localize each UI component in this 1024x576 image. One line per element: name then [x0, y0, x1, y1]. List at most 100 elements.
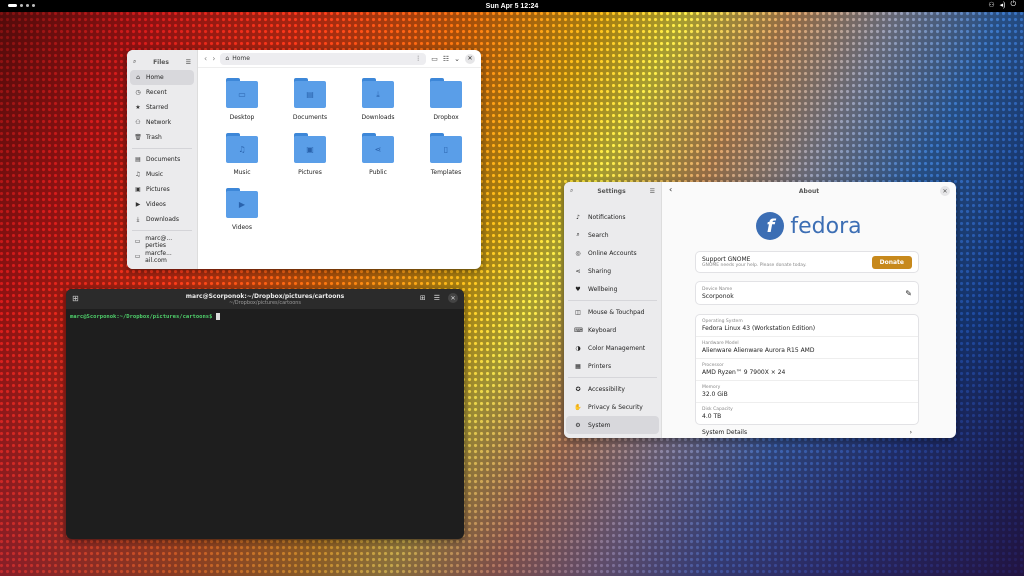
menu-icon[interactable]: ☰: [434, 294, 440, 303]
donate-button[interactable]: Donate: [871, 255, 912, 269]
back-icon[interactable]: ‹: [204, 54, 207, 63]
sidebar-item-printers[interactable]: ▦ Printers: [566, 357, 659, 375]
settings-sidebar-header: ⌕ Settings ☰: [564, 182, 661, 200]
close-button[interactable]: ✕: [448, 293, 458, 303]
terminal-cursor: [215, 313, 220, 320]
device-name-label: Device Name: [702, 286, 733, 292]
folder-downloads[interactable]: ⤓ Downloads: [344, 78, 412, 133]
workspace-dot[interactable]: [26, 4, 29, 7]
files-sidebar-title: Files: [153, 58, 169, 66]
device-name-row[interactable]: Device Name Scorponok ✎: [696, 282, 918, 304]
sidebar-item-online-accounts[interactable]: ◎ Online Accounts: [566, 244, 659, 262]
sidebar-item-notifications[interactable]: ♪ Notifications: [566, 208, 659, 226]
workspace-indicator[interactable]: [8, 4, 35, 7]
new-tab-icon[interactable]: ⊞: [72, 294, 79, 303]
home-icon: ⌂: [225, 55, 230, 62]
sidebar-item-videos[interactable]: ▶ Videos: [130, 197, 194, 212]
sidebar-item-wellbeing[interactable]: ♥ Wellbeing: [566, 280, 659, 298]
new-folder-icon[interactable]: ▭: [431, 55, 438, 63]
sidebar-item-trash[interactable]: 🗑 Trash: [130, 130, 194, 145]
menu-icon[interactable]: ☰: [186, 59, 191, 66]
back-icon[interactable]: ‹: [669, 185, 672, 194]
chevron-down-icon[interactable]: ⌄: [454, 55, 460, 63]
edit-icon[interactable]: ✎: [905, 289, 912, 298]
forward-icon[interactable]: ›: [212, 54, 215, 63]
sidebar-item-pictures[interactable]: ▣ Pictures: [130, 182, 194, 197]
sidebar-item-accessibility[interactable]: ✪ Accessibility: [566, 380, 659, 398]
bell-icon: ♪: [576, 213, 580, 221]
folder-videos[interactable]: ▶ Videos: [208, 188, 276, 243]
sidebar-item-recent[interactable]: ◷ Recent: [130, 85, 194, 100]
sidebar-item-keyboard[interactable]: ⌨ Keyboard: [566, 321, 659, 339]
terminal-title: marc@Scorponok:~/Dropbox/pictures/cartoo…: [185, 292, 345, 300]
folder-icon: ▭: [226, 78, 258, 108]
support-gnome-card: Support GNOME GNOME needs your help. Ple…: [696, 252, 918, 272]
sidebar-item-label: Printers: [588, 362, 612, 370]
system-details-row[interactable]: System Details ›: [696, 429, 918, 436]
sidebar-item-mouse-touchpad[interactable]: ◫ Mouse & Touchpad: [566, 303, 659, 321]
sidebar-item-downloads[interactable]: ⤓ Downloads: [130, 212, 194, 227]
folder-music[interactable]: ♫ Music: [208, 133, 276, 188]
search-icon: ⌕: [576, 231, 580, 238]
sidebar-item-label: Recent: [146, 89, 167, 96]
sidebar-item-search[interactable]: ⌕ Search: [566, 226, 659, 244]
sidebar-item-marcfe-ail-com[interactable]: ▭ marcfe... ail.com: [130, 249, 194, 264]
menu-icon[interactable]: ☰: [650, 188, 655, 195]
path-bar[interactable]: ⌂ Home ⋮: [220, 52, 427, 65]
sidebar-item-home[interactable]: ⌂ Home: [130, 70, 194, 85]
sidebar-item-label: marc@... perties: [145, 234, 173, 249]
divider: [568, 300, 657, 301]
support-title: Support GNOME: [702, 256, 751, 263]
folder-desktop[interactable]: ▭ Desktop: [208, 78, 276, 133]
close-button[interactable]: ✕: [940, 186, 950, 196]
sidebar-item-label: Keyboard: [588, 326, 617, 334]
search-icon[interactable]: ⌕: [570, 187, 573, 195]
files-sidebar-header: ⌕ Files ☰: [130, 54, 194, 70]
sidebar-item-documents[interactable]: ▤ Documents: [130, 152, 194, 167]
sidebar-item-label: Home: [146, 74, 164, 81]
sidebar-item-starred[interactable]: ★ Starred: [130, 100, 194, 115]
system-tray[interactable]: ⚇ ◂) ⏻: [988, 1, 1016, 9]
folder-documents[interactable]: ▤ Documents: [276, 78, 344, 133]
sidebar-item-sharing[interactable]: ⋖ Sharing: [566, 262, 659, 280]
sidebar-item-color-management[interactable]: ◑ Color Management: [566, 339, 659, 357]
folder-dropbox[interactable]: Dropbox: [412, 78, 480, 133]
privacy-icon: ✋: [574, 403, 582, 411]
info-key: Disk Capacity: [702, 407, 733, 412]
sidebar-item-label: marcfe... ail.com: [145, 249, 172, 264]
clock[interactable]: Sun Apr 5 12:24: [486, 3, 539, 10]
terminal-titlebar: ⊞ marc@Scorponok:~/Dropbox/pictures/cart…: [66, 289, 464, 309]
folder-pictures[interactable]: ▣ Pictures: [276, 133, 344, 188]
info-row: Processor AMD Ryzen™ 9 7900X × 24: [696, 359, 918, 381]
terminal-screen[interactable]: marc@Scorponok:~/Dropbox/pictures/cartoo…: [66, 309, 464, 324]
workspace-dot[interactable]: [20, 4, 23, 7]
folder-icon: ▶: [226, 188, 258, 218]
sidebar-item-marc-perties[interactable]: ▭ marc@... perties: [130, 234, 194, 249]
workspace-dot[interactable]: [32, 4, 35, 7]
sidebar-item-label: Accessibility: [588, 385, 625, 393]
workspace-dot-active[interactable]: [8, 4, 17, 7]
terminal-window: ⊞ marc@Scorponok:~/Dropbox/pictures/cart…: [66, 289, 464, 539]
support-subtitle: GNOME needs your help. Please donate tod…: [702, 263, 807, 268]
search-icon[interactable]: ⌕: [133, 58, 136, 66]
close-button[interactable]: ✕: [465, 53, 475, 64]
folder-templates[interactable]: ▯ Templates: [412, 133, 480, 188]
settings-sidebar-title: Settings: [597, 187, 626, 195]
sidebar-item-label: Network: [146, 119, 172, 126]
system-info-card: Operating System Fedora Linux 43 (Worksta…: [696, 315, 918, 424]
folder-icon: ⤓: [362, 78, 394, 108]
view-list-icon[interactable]: ☷: [443, 55, 449, 63]
info-value: 32.0 GiB: [702, 391, 728, 398]
sidebar-item-system[interactable]: ⚙ System: [566, 416, 659, 434]
sidebar-item-privacy-security[interactable]: ✋ Privacy & Security: [566, 398, 659, 416]
sidebar-item-music[interactable]: ♫ Music: [130, 167, 194, 182]
sidebar-item-label: Music: [146, 171, 164, 178]
fedora-logo: f fedora: [662, 209, 956, 243]
settings-main: ‹ About ✕ f fedora Support GNOME GNOME n…: [662, 182, 956, 438]
more-icon[interactable]: ⋮: [415, 55, 421, 62]
sidebar-item-network[interactable]: ⚇ Network: [130, 115, 194, 130]
folder-public[interactable]: ⋖ Public: [344, 133, 412, 188]
tabs-overview-icon[interactable]: ⊞: [420, 294, 426, 303]
info-value: 4.0 TB: [702, 413, 722, 420]
sidebar-item-label: Pictures: [146, 186, 170, 193]
